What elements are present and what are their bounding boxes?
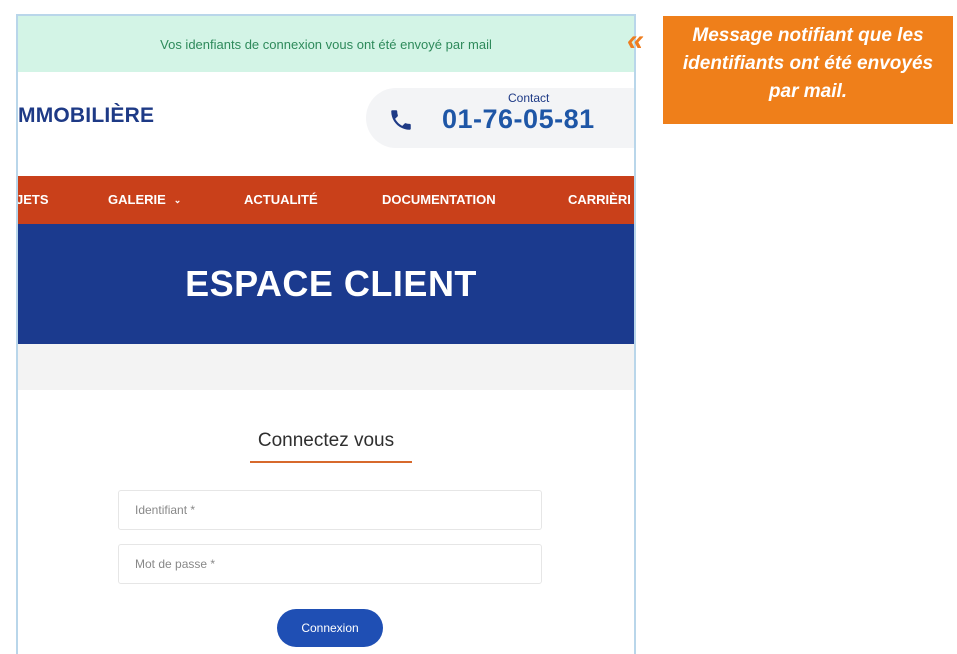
nav-item-actualite[interactable]: ACTUALITÉ: [244, 176, 318, 224]
annotation-text: Message notifiant que les identifiants o…: [682, 25, 934, 102]
phone-number[interactable]: 01-76-05-81: [442, 104, 595, 135]
chevron-down-icon: ⌄: [173, 195, 182, 205]
nav-item-galerie[interactable]: GALERIE ⌄: [108, 176, 181, 224]
login-title: Connectez vous: [257, 430, 395, 451]
phone-icon: [391, 110, 411, 130]
password-input[interactable]: [118, 544, 542, 584]
page-hero: ESPACE CLIENT: [18, 224, 634, 344]
website-frame: Vos idenfiants de connexion vous ont été…: [16, 14, 636, 654]
connexion-button[interactable]: Connexion: [277, 609, 383, 647]
contact-label: Contact: [508, 91, 550, 105]
identifiant-input[interactable]: [118, 490, 542, 530]
nav-item-documentation[interactable]: DOCUMENTATION: [382, 176, 496, 224]
site-header: MMOBILIÈRE Contact 01-76-05-81: [18, 72, 634, 176]
nav-item-label: JETS: [16, 192, 49, 207]
nav-item-label: CARRIÈRI: [568, 192, 631, 207]
success-notification: Vos idenfiants de connexion vous ont été…: [18, 16, 634, 72]
login-section: Connectez vous Connexion: [18, 390, 634, 654]
nav-item-label: ACTUALITÉ: [244, 192, 318, 207]
contact-box[interactable]: Contact 01-76-05-81: [366, 88, 634, 148]
nav-item-label: DOCUMENTATION: [382, 192, 496, 207]
nav-item-projets[interactable]: JETS: [16, 176, 49, 224]
title-underline: [250, 461, 412, 463]
nav-item-label: GALERIE: [108, 192, 166, 207]
page-title: ESPACE CLIENT: [185, 263, 477, 304]
main-nav: JETS GALERIE ⌄ ACTUALITÉ DOCUMENTATION CA…: [18, 176, 634, 224]
annotation-callout: Message notifiant que les identifiants o…: [663, 16, 953, 124]
breadcrumb-strip: [18, 344, 634, 390]
nav-item-carrieres[interactable]: CARRIÈRI: [568, 176, 631, 224]
site-brand[interactable]: MMOBILIÈRE: [18, 104, 154, 128]
annotation-quote-mark: «: [627, 24, 644, 57]
notification-text: Vos idenfiants de connexion vous ont été…: [160, 36, 492, 52]
